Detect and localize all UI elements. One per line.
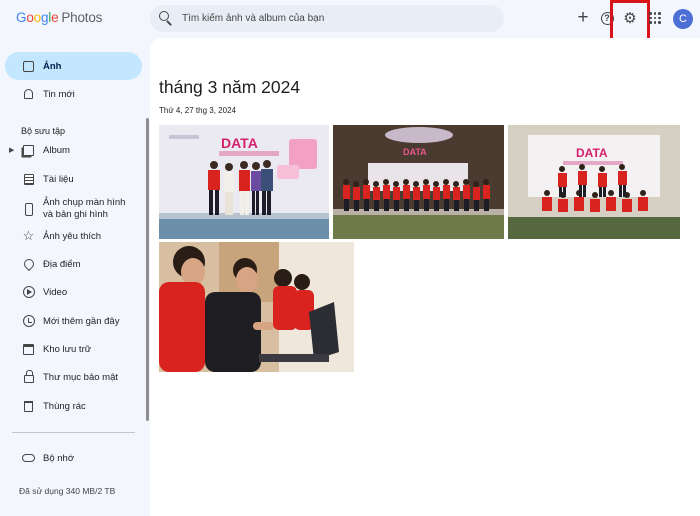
- collections-section-title: Bộ sưu tập: [21, 126, 66, 136]
- storage-usage-text: Đã sử dụng 340 MB/2 TB: [19, 486, 116, 496]
- avatar[interactable]: C: [673, 9, 693, 29]
- sidebar-item-label: Album: [43, 144, 70, 156]
- sidebar-item-trash[interactable]: Thùng rác: [5, 392, 142, 420]
- sidebar: Ảnh Tin mới Bộ sưu tập ▶ Album Tài liệu …: [0, 38, 150, 516]
- play-icon: [22, 286, 35, 299]
- svg-text:DATA: DATA: [403, 147, 427, 157]
- bell-icon: [22, 88, 35, 101]
- photo-thumbnail[interactable]: DATA: [333, 125, 504, 239]
- photo-grid-panel: tháng 3 năm 2024 Thứ 4, 27 thg 3, 2024 D…: [150, 38, 700, 516]
- day-date-label[interactable]: Thứ 4, 27 thg 3, 2024: [159, 106, 236, 115]
- month-group-title: tháng 3 năm 2024: [159, 77, 301, 97]
- sidebar-item-label: Tài liệu: [43, 173, 74, 185]
- svg-text:DATA: DATA: [576, 146, 608, 160]
- sidebar-item-label: Ảnh: [43, 60, 62, 72]
- album-icon: [22, 144, 35, 157]
- plus-icon[interactable]: +: [574, 8, 592, 27]
- sidebar-item-label: Kho lưu trữ: [43, 343, 92, 355]
- search-input[interactable]: [182, 9, 482, 28]
- photo-icon: [22, 60, 35, 73]
- photo-hall-group: DATA: [333, 125, 504, 239]
- sidebar-item-photos[interactable]: Ảnh: [5, 52, 142, 80]
- sidebar-item-locked-folder[interactable]: Thư mục bảo mật: [5, 363, 142, 391]
- archive-icon: [22, 343, 35, 356]
- search-bar[interactable]: [150, 5, 504, 32]
- top-bar: GooglePhotos + ? ⚙ C: [0, 0, 700, 43]
- sidebar-item-label: Thư mục bảo mật: [43, 371, 118, 383]
- sidebar-item-recently-added[interactable]: Mới thêm gần đây: [5, 307, 142, 335]
- sidebar-item-favorites[interactable]: ☆ Ảnh yêu thích: [5, 222, 142, 250]
- location-pin-icon: [21, 256, 36, 272]
- sidebar-item-updates[interactable]: Tin mới: [5, 80, 142, 108]
- photo-thumbnail[interactable]: [159, 242, 354, 372]
- logo-product-name: Photos: [61, 10, 103, 25]
- sidebar-item-label: Ảnh chụp màn hình và bản ghi hình: [43, 197, 126, 220]
- sidebar-item-places[interactable]: Địa điểm: [5, 250, 142, 278]
- lock-icon: [22, 370, 35, 384]
- sidebar-item-storage[interactable]: Bộ nhớ: [5, 444, 142, 472]
- sidebar-item-screenshots[interactable]: Ảnh chụp màn hình và bản ghi hình: [5, 194, 142, 224]
- sidebar-item-label: Bộ nhớ: [43, 452, 75, 464]
- search-icon[interactable]: [159, 11, 173, 26]
- sidebar-item-videos[interactable]: Video: [5, 278, 142, 306]
- sidebar-item-label: Thùng rác: [43, 400, 86, 412]
- sidebar-item-label: Địa điểm: [43, 258, 81, 270]
- trash-icon: [22, 400, 35, 413]
- photo-stage-group: DATA: [159, 125, 329, 239]
- star-icon: ☆: [22, 228, 35, 243]
- google-photos-logo[interactable]: Google Photos: [16, 10, 102, 25]
- clock-icon: [22, 315, 35, 328]
- sidebar-item-label: Video: [43, 286, 68, 298]
- phone-screenshot-icon: [22, 202, 35, 216]
- photo-thumbnail[interactable]: DATA: [508, 125, 680, 239]
- gear-icon[interactable]: ⚙: [621, 9, 639, 27]
- sidebar-item-album[interactable]: Album: [5, 136, 142, 164]
- apps-grid-icon[interactable]: [646, 9, 664, 27]
- sidebar-divider: [12, 432, 135, 433]
- sidebar-item-archive[interactable]: Kho lưu trữ: [5, 335, 142, 363]
- sidebar-item-label: Mới thêm gần đây: [43, 315, 120, 327]
- sidebar-item-label: Ảnh yêu thích: [43, 230, 102, 242]
- svg-text:DATA: DATA: [221, 135, 258, 151]
- sidebar-item-label: Tin mới: [43, 88, 75, 100]
- photo-workshop: [159, 242, 354, 372]
- sidebar-item-documents[interactable]: Tài liệu: [5, 165, 142, 193]
- photo-banner-group: DATA: [508, 125, 680, 239]
- photo-thumbnail[interactable]: DATA: [159, 125, 329, 239]
- cloud-icon: [22, 452, 35, 465]
- sidebar-scrollbar[interactable]: [146, 118, 149, 421]
- document-icon: [22, 173, 35, 186]
